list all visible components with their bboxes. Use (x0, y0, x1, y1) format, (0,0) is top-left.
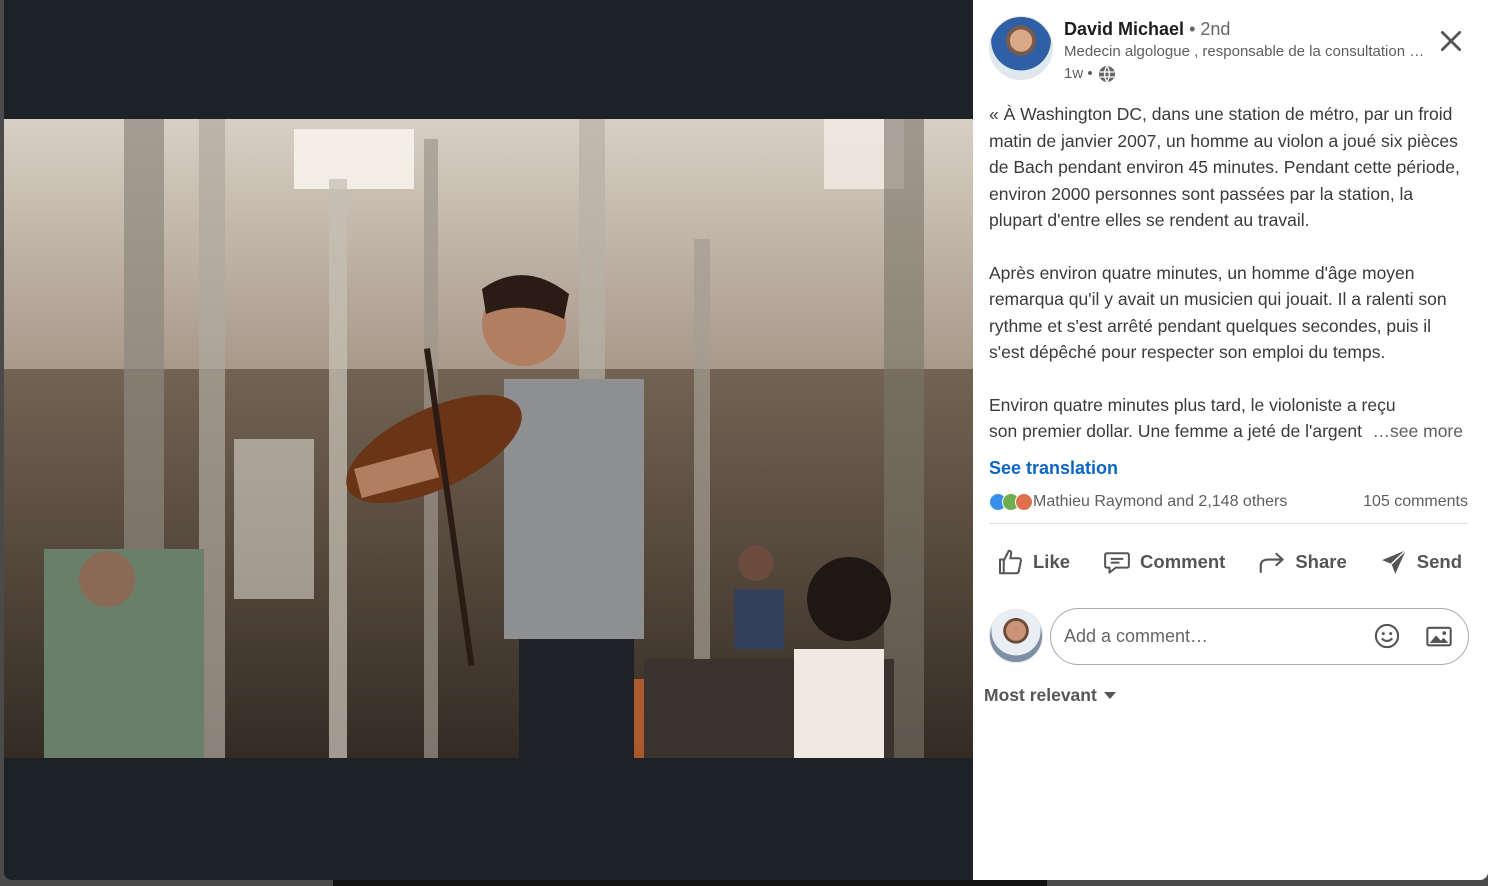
post-paragraph-3: Environ quatre minutes plus tard, le vio… (989, 392, 1463, 445)
post-paragraph-2: Après environ quatre minutes, un homme d… (989, 262, 1447, 363)
comment-box[interactable] (1050, 607, 1469, 665)
emoji-button[interactable] (1370, 619, 1404, 653)
see-translation-link[interactable]: See translation (989, 458, 1118, 479)
close-icon (1440, 30, 1462, 52)
post-details-pane: David Michael • 2nd Medecin algologue , … (973, 0, 1488, 880)
author-avatar[interactable] (989, 16, 1053, 80)
share-label: Share (1295, 550, 1347, 572)
share-button[interactable]: Share (1251, 541, 1352, 583)
post-author-header: David Michael • 2nd Medecin algologue , … (989, 0, 1472, 85)
image-icon (1426, 626, 1452, 647)
post-modal: David Michael • 2nd Medecin algologue , … (4, 0, 1488, 880)
send-label: Send (1416, 550, 1462, 572)
author-line: David Michael • 2nd (1064, 17, 1434, 41)
thumbs-up-icon (999, 549, 1022, 574)
see-more-link[interactable]: …see more (1368, 418, 1463, 445)
author-name[interactable]: David Michael (1064, 19, 1184, 39)
share-icon (1260, 552, 1285, 573)
comments-count[interactable]: 105 comments (1363, 493, 1468, 511)
post-time: 1w • (1064, 65, 1093, 82)
add-comment-row (989, 607, 1472, 665)
post-body: « À Washington DC, dans une station de m… (989, 101, 1463, 445)
comment-input[interactable] (1064, 625, 1352, 647)
comment-sort-dropdown[interactable]: Most relevant (984, 685, 1472, 706)
like-label: Like (1033, 550, 1071, 572)
subway-violinist-image (4, 119, 973, 758)
like-button[interactable]: Like (989, 541, 1076, 583)
close-button[interactable] (1434, 24, 1468, 58)
connection-degree: • 2nd (1189, 19, 1231, 39)
social-counts: Mathieu Raymond and 2,148 others 105 com… (989, 492, 1468, 524)
author-meta: David Michael • 2nd Medecin algologue , … (1064, 17, 1434, 85)
comment-label: Comment (1140, 550, 1226, 572)
emoji-icon (1374, 623, 1400, 649)
author-headline: Medecin algologue , responsable de la co… (1064, 43, 1426, 60)
post-paragraph-3-line-2: son premier dollar. Une femme a jeté de … (989, 421, 1362, 441)
current-user-avatar (989, 609, 1043, 663)
caret-down-icon (1103, 691, 1116, 699)
post-paragraph-1: « À Washington DC, dans une station de m… (989, 104, 1460, 230)
send-icon (1381, 549, 1407, 574)
background-strip (333, 880, 1047, 886)
globe-icon (1098, 65, 1116, 83)
truncated-line: son premier dollar. Une femme a jeté de … (989, 418, 1463, 445)
send-button[interactable]: Send (1373, 541, 1468, 583)
media-pane (4, 0, 973, 880)
reactions-summary[interactable]: Mathieu Raymond and 2,148 others (989, 492, 1288, 511)
reaction-icons (989, 492, 1033, 511)
post-paragraph-3-line-1: Environ quatre minutes plus tard, le vio… (989, 394, 1396, 415)
comment-icon (1104, 551, 1130, 574)
post-photo[interactable] (4, 119, 973, 758)
comment-button[interactable]: Comment (1096, 541, 1231, 583)
sort-label: Most relevant (984, 684, 1097, 705)
post-timestamp: 1w • (1064, 63, 1434, 85)
love-reaction-icon (1015, 492, 1033, 511)
image-upload-button[interactable] (1422, 619, 1456, 653)
reactions-text: Mathieu Raymond and 2,148 others (1033, 492, 1288, 510)
post-actions: Like Comment Share Send (989, 534, 1468, 590)
